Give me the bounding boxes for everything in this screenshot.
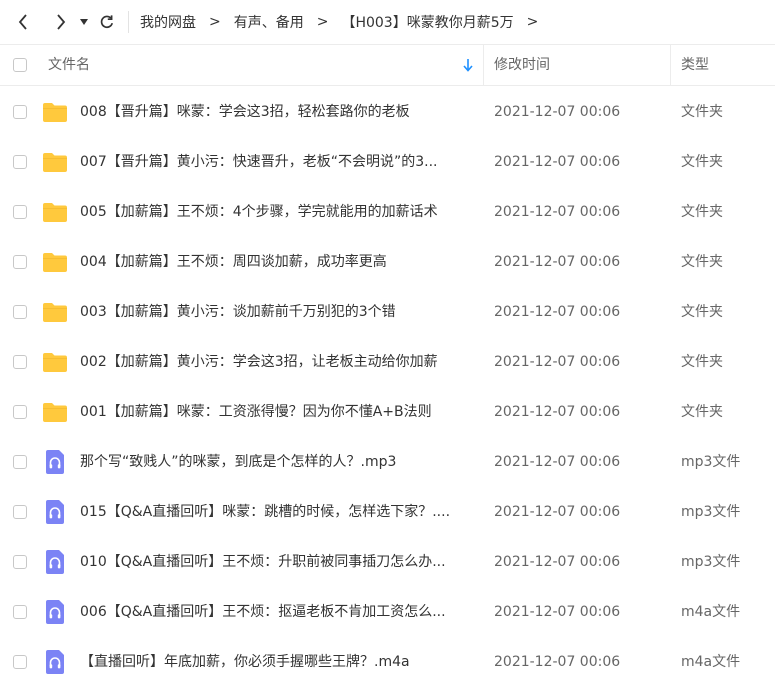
row-checkbox[interactable] [13, 105, 27, 119]
file-type: mp3文件 [681, 454, 741, 470]
file-type: 文件夹 [681, 304, 723, 320]
file-name[interactable]: 005【加薪篇】王不烦：4个步骤，学完就能用的加薪话术 [80, 187, 478, 237]
file-row[interactable]: 【直播回听】年底加薪，你必须手握哪些王牌？.m4a 2021-12-07 00:0… [0, 637, 775, 687]
file-type: 文件夹 [681, 254, 723, 270]
file-row[interactable]: 006【Q&A直播回听】王不烦：抠逼老板不肯加工资怎么... 2021-12-07… [0, 587, 775, 637]
column-header-name[interactable]: 文件名 [48, 45, 90, 85]
file-row[interactable]: 002【加薪篇】黄小污：学会这3招，让老板主动给你加薪 2021-12-07 00… [0, 337, 775, 387]
row-checkbox[interactable] [13, 605, 27, 619]
audio-file-icon [42, 600, 68, 624]
row-checkbox[interactable] [13, 305, 27, 319]
navigation-bar: 我的网盘 > 有声、备用 > 【H003】咪蒙教你月薪5万 > [0, 0, 775, 44]
file-row[interactable]: 015【Q&A直播回听】咪蒙：跳槽的时候，怎样选下家？.... 2021-12-0… [0, 487, 775, 537]
file-modified-time: 2021-12-07 00:06 [494, 504, 621, 520]
file-list-header: 文件名 修改时间 类型 [0, 44, 775, 86]
refresh-button[interactable] [96, 7, 118, 37]
audio-file-icon [42, 500, 68, 524]
file-modified-time: 2021-12-07 00:06 [494, 354, 621, 370]
file-name[interactable]: 015【Q&A直播回听】咪蒙：跳槽的时候，怎样选下家？.... [80, 487, 478, 537]
file-type: 文件夹 [681, 404, 723, 420]
file-name[interactable]: 002【加薪篇】黄小污：学会这3招，让老板主动给你加薪 [80, 337, 478, 387]
breadcrumb-separator: > [526, 14, 539, 30]
folder-icon [42, 150, 68, 174]
file-name[interactable]: 010【Q&A直播回听】王不烦：升职前被同事插刀怎么办... [80, 537, 478, 587]
file-row[interactable]: 010【Q&A直播回听】王不烦：升职前被同事插刀怎么办... 2021-12-07… [0, 537, 775, 587]
file-name[interactable]: 007【晋升篇】黄小污：快速晋升，老板“不会明说”的3... [80, 137, 478, 187]
file-modified-time: 2021-12-07 00:06 [494, 204, 621, 220]
file-name[interactable]: 【直播回听】年底加薪，你必须手握哪些王牌？.m4a [80, 637, 478, 687]
file-row[interactable]: 001【加薪篇】咪蒙：工资涨得慢？因为你不懂A+B法则 2021-12-07 00… [0, 387, 775, 437]
back-button[interactable] [12, 7, 34, 37]
breadcrumb-item-parent[interactable]: 有声、备用 [234, 12, 304, 32]
file-modified-time: 2021-12-07 00:06 [494, 454, 621, 470]
row-checkbox[interactable] [13, 505, 27, 519]
file-type: mp3文件 [681, 554, 741, 570]
file-modified-time: 2021-12-07 00:06 [494, 104, 621, 120]
row-checkbox[interactable] [13, 255, 27, 269]
file-row[interactable]: 007【晋升篇】黄小污：快速晋升，老板“不会明说”的3... 2021-12-07… [0, 137, 775, 187]
file-name[interactable]: 003【加薪篇】黄小污：谈加薪前千万别犯的3个错 [80, 287, 478, 337]
folder-icon [42, 400, 68, 424]
audio-file-icon [42, 550, 68, 574]
file-modified-time: 2021-12-07 00:06 [494, 604, 621, 620]
file-row[interactable]: 003【加薪篇】黄小污：谈加薪前千万别犯的3个错 2021-12-07 00:06… [0, 287, 775, 337]
file-name[interactable]: 004【加薪篇】王不烦：周四谈加薪，成功率更高 [80, 237, 478, 287]
file-row[interactable]: 005【加薪篇】王不烦：4个步骤，学完就能用的加薪话术 2021-12-07 00… [0, 187, 775, 237]
file-row[interactable]: 004【加薪篇】王不烦：周四谈加薪，成功率更高 2021-12-07 00:06 文… [0, 237, 775, 287]
row-checkbox[interactable] [13, 205, 27, 219]
breadcrumb-separator: > [209, 14, 221, 30]
file-modified-time: 2021-12-07 00:06 [494, 654, 621, 670]
history-dropdown-button[interactable] [76, 7, 92, 37]
column-header-modified[interactable]: 修改时间 [494, 45, 550, 85]
column-divider[interactable] [670, 45, 671, 85]
file-modified-time: 2021-12-07 00:06 [494, 404, 621, 420]
sort-arrow-down-icon[interactable] [462, 58, 474, 72]
file-row[interactable]: 008【晋升篇】咪蒙：学会这3招，轻松套路你的老板 2021-12-07 00:0… [0, 87, 775, 137]
file-name[interactable]: 006【Q&A直播回听】王不烦：抠逼老板不肯加工资怎么... [80, 587, 478, 637]
file-type: mp3文件 [681, 504, 741, 520]
folder-icon [42, 100, 68, 124]
file-modified-time: 2021-12-07 00:06 [494, 154, 621, 170]
toolbar-divider [128, 11, 129, 33]
row-checkbox[interactable] [13, 655, 27, 669]
file-type: 文件夹 [681, 104, 723, 120]
chevron-right-icon [57, 14, 66, 30]
audio-file-icon [42, 450, 68, 474]
row-checkbox[interactable] [13, 355, 27, 369]
chevron-left-icon [18, 14, 27, 30]
breadcrumb-separator: > [316, 14, 329, 30]
breadcrumb-item-current[interactable]: 【H003】咪蒙教你月薪5万 [341, 12, 513, 32]
column-divider[interactable] [483, 45, 484, 85]
row-checkbox[interactable] [13, 155, 27, 169]
row-checkbox[interactable] [13, 455, 27, 469]
file-row[interactable]: 那个写“致贱人”的咪蒙，到底是个怎样的人？.mp3 2021-12-07 00:0… [0, 437, 775, 487]
column-header-type[interactable]: 类型 [681, 45, 709, 85]
select-all-checkbox[interactable] [13, 58, 27, 72]
file-type: 文件夹 [681, 354, 723, 370]
file-type: 文件夹 [681, 204, 723, 220]
folder-icon [42, 300, 68, 324]
audio-file-icon [42, 650, 68, 674]
folder-icon [42, 350, 68, 374]
file-type: m4a文件 [681, 654, 741, 670]
refresh-icon [100, 15, 114, 29]
file-type: m4a文件 [681, 604, 741, 620]
file-name[interactable]: 001【加薪篇】咪蒙：工资涨得慢？因为你不懂A+B法则 [80, 387, 478, 437]
file-modified-time: 2021-12-07 00:06 [494, 254, 621, 270]
row-checkbox[interactable] [13, 555, 27, 569]
file-modified-time: 2021-12-07 00:06 [494, 554, 621, 570]
file-name[interactable]: 008【晋升篇】咪蒙：学会这3招，轻松套路你的老板 [80, 87, 478, 137]
folder-icon [42, 250, 68, 274]
breadcrumb-item-root[interactable]: 我的网盘 [140, 12, 196, 32]
file-modified-time: 2021-12-07 00:06 [494, 304, 621, 320]
file-type: 文件夹 [681, 154, 723, 170]
caret-down-icon [80, 19, 88, 25]
row-checkbox[interactable] [13, 405, 27, 419]
folder-icon [42, 200, 68, 224]
file-name[interactable]: 那个写“致贱人”的咪蒙，到底是个怎样的人？.mp3 [80, 437, 478, 487]
forward-button[interactable] [50, 7, 72, 37]
